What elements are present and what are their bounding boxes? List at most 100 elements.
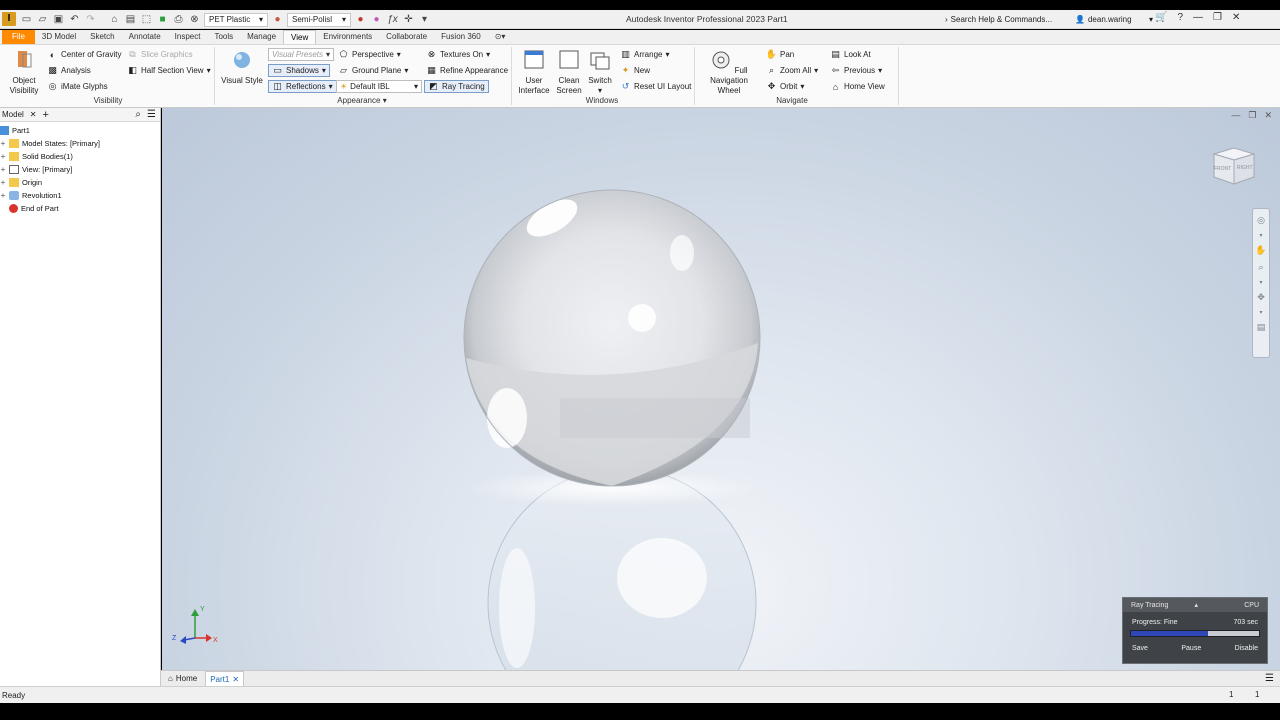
tree-item-solid-bodies[interactable]: + Solid Bodies(1) [0,150,160,163]
viewcube[interactable]: FRONT RIGHT [1208,144,1258,188]
properties-icon[interactable]: ▤ [124,13,137,26]
close-icon[interactable]: ✕ [1232,12,1240,23]
arrange-button[interactable]: ▥ Arrange ▾ [620,48,669,61]
restore-icon[interactable]: ❐ [1213,12,1222,23]
tab-manage[interactable]: Manage [240,30,283,44]
look-at-icon[interactable]: ▤ [1257,322,1266,333]
update-icon[interactable]: ⎙ [172,13,185,26]
reset-ui-layout-button[interactable]: ↺ Reset UI Layout [620,80,692,93]
tree-item-revolution[interactable]: + Revolution1 [0,189,160,202]
pause-button[interactable]: Pause [1181,645,1201,652]
refine-appearance-button[interactable]: ▦ Refine Appearance [426,64,508,77]
orbit-icon[interactable]: ✥ [1257,292,1265,303]
tab-tools[interactable]: Tools [207,30,240,44]
inventor-logo-icon[interactable]: I [2,12,16,26]
clean-screen-button[interactable]: Clean Screen [554,49,584,96]
help-search-input[interactable]: Search Help & Commands... [951,15,1052,24]
expand-icon[interactable]: + [0,139,6,148]
material-dropdown[interactable]: PET Plastic ▾ [204,12,268,27]
appearance-dropdown[interactable]: Semi-Polisl ▾ [287,12,351,27]
pan-button[interactable]: ✋ Pan [766,48,794,61]
tab-inspect[interactable]: Inspect [168,30,208,44]
save-button[interactable]: Save [1132,645,1148,652]
help-search[interactable]: › Search Help & Commands... [945,13,1071,26]
home-view-button[interactable]: ⌂ Home View [830,80,885,93]
tab-file[interactable]: File [2,30,35,44]
pan-icon[interactable]: ✋ [1255,245,1266,256]
tab-fusion-360[interactable]: Fusion 360 [434,30,488,44]
close-icon[interactable]: ✕ [30,110,37,119]
object-visibility-button[interactable]: Object Visibility [6,49,42,96]
tab-annotate[interactable]: Annotate [122,30,168,44]
add-tab-icon[interactable]: + [43,109,49,121]
user-interface-button[interactable]: User Interface [516,49,552,96]
previous-view-button[interactable]: ⇦ Previous ▾ [830,64,882,77]
tab-view[interactable]: View [283,30,317,44]
analysis-button[interactable]: ▩ Analysis [47,64,91,77]
look-at-button[interactable]: ▤ Look At [830,48,870,61]
visual-style-button[interactable]: Visual Style [220,49,264,86]
perspective-button[interactable]: ⬠ Perspective ▾ [338,48,401,61]
chevron-down-icon[interactable]: ▾ [1259,309,1262,316]
cart-icon[interactable]: 🛒 [1155,12,1167,23]
redo-icon[interactable]: ↷ [84,13,97,26]
steering-wheel-icon[interactable]: ◎ [1257,215,1265,226]
ribbon-options-icon[interactable]: ⊙▾ [488,30,513,44]
graphics-viewport[interactable]: — ❐ ✕ FRONT RIGHT ◎ ▾ ✋ ⌕ ▾ ✥ ▾ ▤ Y X Z [162,108,1280,670]
zoom-icon[interactable]: ⌕ [1258,262,1263,273]
tab-environments[interactable]: Environments [316,30,379,44]
clear-appearance-icon[interactable]: ● [370,13,383,26]
doc-tab-part1[interactable]: Part1 ✕ [205,671,245,686]
tab-collaborate[interactable]: Collaborate [379,30,434,44]
select-icon[interactable]: ⬚ [140,13,153,26]
tree-item-model-states[interactable]: + Model States: [Primary] [0,137,160,150]
slice-graphics-button[interactable]: ⧉ Slice Graphics [127,48,192,61]
half-section-view-button[interactable]: ◧ Half Section View ▾ [127,64,210,77]
new-file-icon[interactable]: ▭ [20,13,33,26]
chevron-down-icon[interactable]: ▾ [1259,279,1262,286]
return-icon[interactable]: ■ [156,13,169,26]
color-override-icon[interactable]: ● [354,13,367,26]
expand-icon[interactable]: + [0,178,6,187]
tree-item-part[interactable]: Part1 [0,124,160,137]
tree-item-end-of-part[interactable]: End of Part [0,202,160,215]
visual-presets-dropdown[interactable]: Visual Presets ▾ [268,48,334,61]
material-icon[interactable]: ⊗ [188,13,201,26]
search-icon[interactable]: ⌕ [135,109,141,120]
tree-item-view[interactable]: + View: [Primary] [0,163,160,176]
customize-qat-icon[interactable]: ▾ [418,13,431,26]
save-icon[interactable]: ▣ [52,13,65,26]
center-of-gravity-button[interactable]: ◐ Center of Gravity [47,48,122,61]
collapse-icon[interactable]: ▴ [1195,601,1199,609]
textures-on-button[interactable]: ⊗ Textures On ▾ [426,48,490,61]
reflections-button[interactable]: ◫ Reflections ▾ [268,80,337,93]
tab-3d-model[interactable]: 3D Model [35,30,83,44]
full-navigation-wheel-button[interactable]: Full Navigation Wheel [698,49,760,96]
ibl-dropdown[interactable]: ☀ Default IBL ▾ [336,80,422,93]
imate-glyphs-button[interactable]: ◎ iMate Glyphs [47,80,108,93]
fx-parameters-icon[interactable]: ƒx [386,13,399,26]
doc-tab-home[interactable]: ⌂ Home [164,671,201,686]
minimize-icon[interactable]: — [1193,12,1203,23]
tree-item-origin[interactable]: + Origin [0,176,160,189]
measure-icon[interactable]: ✛ [402,13,415,26]
ray-tracing-engine[interactable]: CPU [1244,602,1259,609]
disable-button[interactable]: Disable [1235,645,1258,652]
tab-sketch[interactable]: Sketch [83,30,121,44]
home-icon[interactable]: ⌂ [108,13,121,26]
orbit-button[interactable]: ✥ Orbit ▾ [766,80,805,93]
menu-icon[interactable]: ☰ [1265,673,1274,684]
panel-label-appearance[interactable]: Appearance ▾ [330,96,394,105]
open-icon[interactable]: ▱ [36,13,49,26]
chevron-down-icon[interactable]: ▾ [1259,232,1262,239]
help-icon[interactable]: ? [1177,12,1183,23]
zoom-all-button[interactable]: ⌕ Zoom All ▾ [766,64,818,77]
close-icon[interactable]: ✕ [232,675,239,684]
expand-icon[interactable]: + [0,152,6,161]
switch-button[interactable]: Switch ▾ [586,49,614,96]
browser-tab-model[interactable]: Model [2,110,24,119]
undo-icon[interactable]: ↶ [68,13,81,26]
user-account[interactable]: 👤 dean.waring ▾ [1075,13,1153,26]
menu-icon[interactable]: ☰ [147,109,156,120]
new-window-button[interactable]: ✦ New [620,64,650,77]
